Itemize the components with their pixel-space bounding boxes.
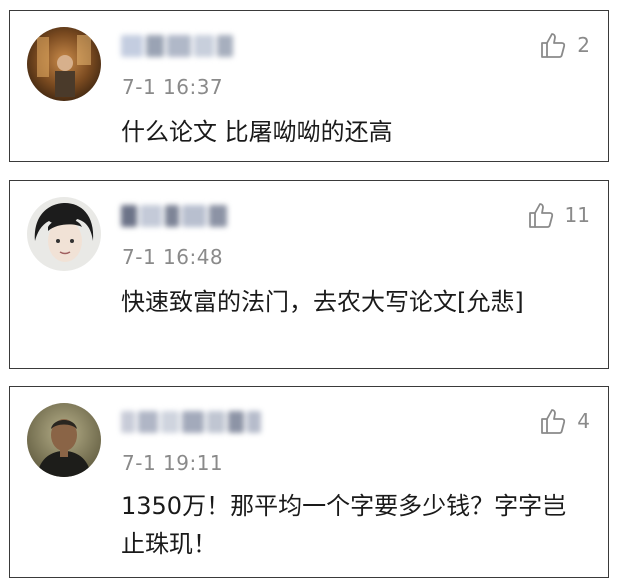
comment-text: 快速致富的法门，去农大写论文[允悲]	[121, 288, 524, 316]
like-count: 11	[564, 203, 590, 227]
avatar[interactable]	[27, 27, 101, 101]
timestamp: 7-1 19:11	[122, 451, 224, 475]
comment-card: 11 7-1 16:48 快速致富的法门，去农大写论文[允悲]	[9, 180, 609, 369]
like-button[interactable]: 4	[539, 407, 590, 435]
comment-card: 2 7-1 16:37 什么论文 比屠呦呦的还高	[9, 10, 609, 162]
like-count: 2	[577, 33, 590, 57]
comment-text: 什么论文 比屠呦呦的还高	[121, 118, 393, 146]
like-count: 4	[577, 409, 590, 433]
thumbs-up-icon	[528, 203, 553, 228]
comment-text: 1350万！那平均一个字要多少钱？字字岂止珠玑！	[121, 492, 567, 558]
thumbs-up-icon	[541, 33, 566, 58]
username-blurred[interactable]	[121, 201, 230, 231]
timestamp: 7-1 16:37	[122, 75, 224, 99]
like-button[interactable]: 11	[527, 201, 590, 229]
avatar[interactable]	[27, 403, 101, 477]
username-blurred[interactable]	[121, 407, 264, 437]
thumbs-up-icon	[541, 409, 566, 434]
username-blurred[interactable]	[121, 31, 236, 61]
timestamp: 7-1 16:48	[122, 245, 224, 269]
comment-card: 4 7-1 19:11 1350万！那平均一个字要多少钱？字字岂止珠玑！	[9, 386, 609, 578]
like-button[interactable]: 2	[539, 31, 590, 59]
avatar[interactable]	[27, 197, 101, 271]
